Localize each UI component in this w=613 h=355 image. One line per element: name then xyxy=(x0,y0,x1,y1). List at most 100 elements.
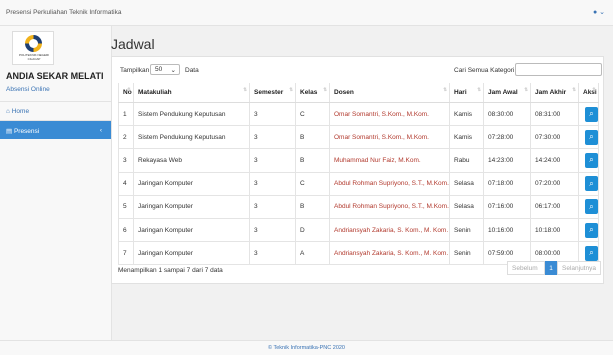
sort-icon: ⇅ xyxy=(477,87,481,92)
col-semester-cell: 3 xyxy=(250,103,296,126)
user-menu-toggle[interactable]: ● ⌄ xyxy=(593,8,605,16)
header-col-matakuliah[interactable]: Matakuliah ⇅ xyxy=(134,83,250,102)
view-detail-button[interactable]: ⌕ xyxy=(585,129,598,145)
col-no-cell: 6 xyxy=(118,218,134,242)
search-input[interactable] xyxy=(515,63,602,76)
col-aksi-cell: ⌕ xyxy=(579,172,599,195)
col-kelas-cell: A xyxy=(296,242,330,265)
col-hari-cell: Selasa xyxy=(450,195,484,218)
sidebar-item-home[interactable]: ⌂ Home xyxy=(0,101,112,120)
col-dosen-cell: Omar Somantri, S.Kom., M.Kom. xyxy=(330,126,450,149)
header-col-aksi[interactable]: Aksi ⇅ xyxy=(579,83,599,102)
col-no-cell: 5 xyxy=(118,195,134,218)
header-col-no[interactable]: No ⇅ xyxy=(118,83,134,102)
page-length-select[interactable]: 50 ⌄ xyxy=(150,64,180,75)
col-jam-akhir-cell: 14:24:00 xyxy=(531,149,579,172)
search-icon: ⌕ xyxy=(589,248,594,258)
header-col-jam-akhir[interactable]: Jam Akhir ⇅ xyxy=(531,83,579,102)
sort-icon: ⇅ xyxy=(443,87,447,92)
col-jam-akhir-cell: 07:20:00 xyxy=(531,172,579,195)
col-dosen-cell: Abdul Rohman Supriyono, S.T., M.Kom. xyxy=(330,172,450,195)
col-semester-cell: 3 xyxy=(250,242,296,265)
user-subtitle: Absensi Online xyxy=(6,86,50,93)
header-label: Semester xyxy=(254,89,284,96)
col-kelas-cell: B xyxy=(296,195,330,218)
col-aksi-cell: ⌕ xyxy=(579,149,599,172)
sort-icon: ⇅ xyxy=(289,87,293,92)
sort-icon: ⇅ xyxy=(572,87,576,92)
table-row: 6 Jaringan Komputer 3 D Andriansyah Zakaria,… xyxy=(118,218,599,243)
col-no-cell: 3 xyxy=(118,149,134,172)
col-matakuliah-cell: Jaringan Komputer xyxy=(134,172,250,195)
search-label: Cari Semua Kategori xyxy=(454,67,515,74)
col-jam-awal-cell: 14:23:00 xyxy=(484,149,531,172)
length-label: Tampilkan xyxy=(120,67,150,74)
logo-caption: POLITEKNIK NEGERI CILACAP xyxy=(18,53,49,61)
view-detail-button[interactable]: ⌕ xyxy=(585,199,598,215)
col-matakuliah-cell: Sistem Pendukung Keputusan xyxy=(134,103,250,126)
header-label: Jam Awal xyxy=(488,89,518,96)
sort-icon: ⇅ xyxy=(524,87,528,92)
col-no-cell: 7 xyxy=(118,242,134,265)
app-title: Presensi Perkuliahan Teknik Informatika xyxy=(6,9,122,16)
col-semester-cell: 3 xyxy=(250,172,296,195)
sidebar: POLITEKNIK NEGERI CILACAP ANDIA SEKAR ME… xyxy=(0,26,112,340)
search-icon: ⌕ xyxy=(589,201,594,211)
col-semester-cell: 3 xyxy=(250,218,296,242)
header-label: Jam Akhir xyxy=(535,89,567,96)
col-matakuliah-cell: Jaringan Komputer xyxy=(134,242,250,265)
length-suffix: Data xyxy=(185,67,199,74)
col-jam-akhir-cell: 10:18:00 xyxy=(531,218,579,242)
col-dosen-cell: Andriansyah Zakaria, S. Kom., M. Kom. xyxy=(330,242,450,265)
chevron-left-icon: ‹ xyxy=(99,127,102,134)
col-kelas-cell: B xyxy=(296,149,330,172)
logo-emblem-icon xyxy=(25,35,42,52)
col-aksi-cell: ⌕ xyxy=(579,218,599,242)
header-col-hari[interactable]: Hari ⇅ xyxy=(450,83,484,102)
view-detail-button[interactable]: ⌕ xyxy=(585,106,598,122)
header-col-jam-awal[interactable]: Jam Awal ⇅ xyxy=(484,83,531,102)
col-hari-cell: Kamis xyxy=(450,126,484,149)
col-hari-cell: Senin xyxy=(450,218,484,242)
sort-icon: ⇅ xyxy=(127,87,131,92)
page-title: Jadwal xyxy=(111,36,155,52)
sort-icon: ⇅ xyxy=(592,87,596,92)
sidebar-item-presensi[interactable]: ▤ Presensi ‹ xyxy=(0,120,112,139)
col-jam-akhir-cell: 08:31:00 xyxy=(531,103,579,126)
view-detail-button[interactable]: ⌕ xyxy=(585,176,598,192)
next-page-button[interactable]: Selanjutnya xyxy=(557,261,601,275)
header-label: Kelas xyxy=(300,89,318,96)
table-info: Menampilkan 1 sampai 7 dari 7 data xyxy=(118,267,223,274)
col-hari-cell: Selasa xyxy=(450,172,484,195)
search-icon: ⌕ xyxy=(589,178,594,188)
view-detail-button[interactable]: ⌕ xyxy=(585,152,598,168)
header-label: Hari xyxy=(454,89,467,96)
prev-page-button[interactable]: Sebelum xyxy=(507,261,545,275)
sort-icon: ⇅ xyxy=(323,87,327,92)
col-jam-awal-cell: 07:18:00 xyxy=(484,172,531,195)
chevron-down-icon: ⌄ xyxy=(599,9,605,16)
page-1-button[interactable]: 1 xyxy=(545,261,557,275)
header-col-semester[interactable]: Semester ⇅ xyxy=(250,83,296,102)
col-dosen-cell: Andriansyah Zakaria, S. Kom., M. Kom. xyxy=(330,218,450,242)
table-row: 3 Rekayasa Web 3 B Muhammad Nur Faiz, M.Kom.… xyxy=(118,149,599,173)
col-jam-awal-cell: 07:28:00 xyxy=(484,126,531,149)
col-matakuliah-cell: Rekayasa Web xyxy=(134,149,250,172)
view-detail-button[interactable]: ⌕ xyxy=(585,222,598,238)
search-icon: ⌕ xyxy=(589,155,594,165)
page-footer: © Teknik Informatika-PNC 2020 xyxy=(0,340,613,355)
header-label: Dosen xyxy=(334,89,354,96)
col-dosen-cell: Muhammad Nur Faiz, M.Kom. xyxy=(330,149,450,172)
table-row: 4 Jaringan Komputer 3 C Abdul Rohman Supriyo… xyxy=(118,172,599,196)
col-jam-awal-cell: 10:16:00 xyxy=(484,218,531,242)
header-col-kelas[interactable]: Kelas ⇅ xyxy=(296,83,330,102)
col-matakuliah-cell: Jaringan Komputer xyxy=(134,218,250,242)
col-hari-cell: Kamis xyxy=(450,103,484,126)
schedule-panel: Tampilkan 50 ⌄ Data Cari Semua Kategori … xyxy=(111,56,604,284)
header-col-dosen[interactable]: Dosen ⇅ xyxy=(330,83,450,102)
col-semester-cell: 3 xyxy=(250,126,296,149)
view-detail-button[interactable]: ⌕ xyxy=(585,245,598,261)
col-aksi-cell: ⌕ xyxy=(579,195,599,218)
col-jam-awal-cell: 08:30:00 xyxy=(484,103,531,126)
sidebar-item-label: ▤ Presensi xyxy=(6,128,40,135)
